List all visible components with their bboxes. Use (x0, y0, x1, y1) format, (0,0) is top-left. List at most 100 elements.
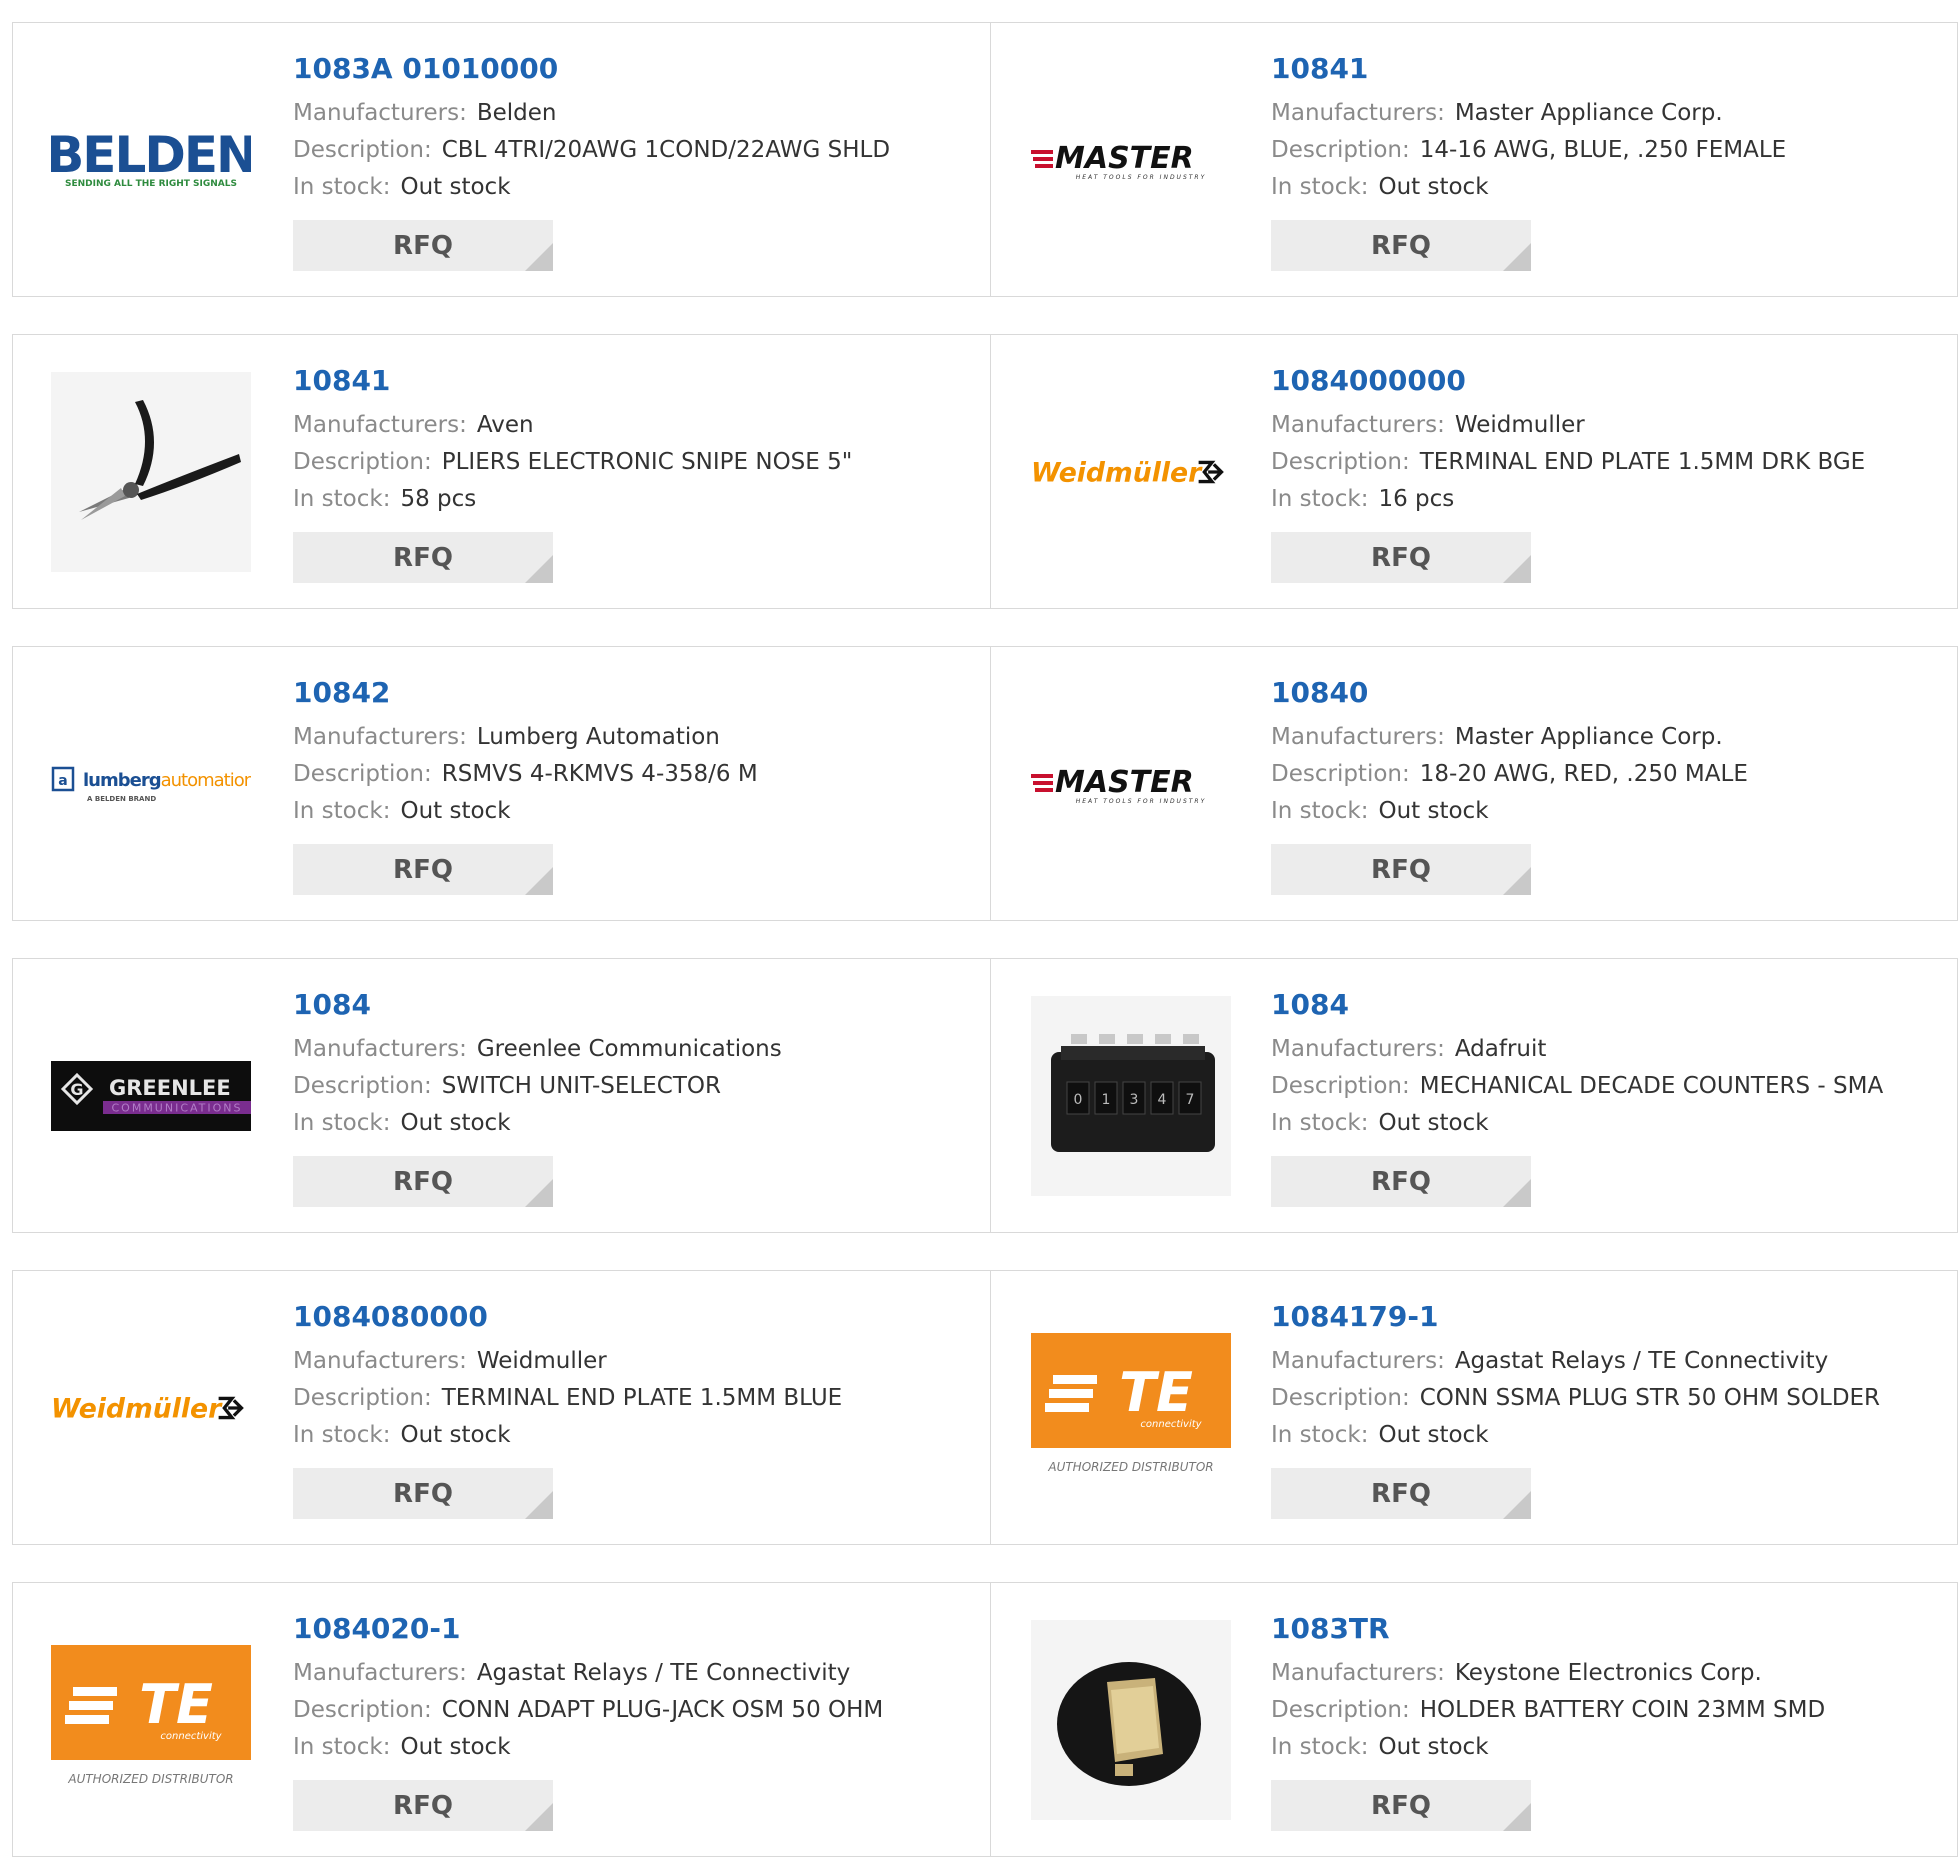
description-label: Description: (1271, 137, 1410, 163)
te-logo[interactable]: TE connectivity AUTHORIZED DISTRIBUTOR (1031, 1308, 1231, 1508)
product-card: Weidmüller 1084000000 Manufacturers: Weid… (990, 335, 1958, 608)
rfq-button[interactable]: RFQ (1271, 220, 1531, 271)
svg-text:0: 0 (1074, 1092, 1083, 1108)
rfq-label: RFQ (393, 854, 453, 885)
belden-logo[interactable]: BELDEN SENDING ALL THE RIGHT SIGNALS (51, 60, 251, 260)
manufacturer-value: Belden (476, 100, 557, 126)
master-logo[interactable]: MASTER HEAT TOOLS FOR INDUSTRY (1031, 684, 1231, 884)
description-line: Description: CONN SSMA PLUG STR 50 OHM SO… (1271, 1380, 1880, 1417)
rfq-label: RFQ (1371, 1478, 1431, 1509)
stock-line: In stock: Out stock (293, 1417, 842, 1454)
rfq-button[interactable]: RFQ (293, 844, 553, 895)
greenlee-wordmark: GREENLEE (109, 1076, 231, 1100)
rfq-button[interactable]: RFQ (1271, 1780, 1531, 1831)
part-number-link[interactable]: 1084179-1 (1271, 1299, 1880, 1335)
part-number-link[interactable]: 1083A 01010000 (293, 51, 890, 87)
manufacturer-line: Manufacturers: Adafruit (1271, 1031, 1883, 1068)
rfq-button[interactable]: RFQ (293, 1156, 553, 1207)
rfq-button[interactable]: RFQ (1271, 1156, 1531, 1207)
manufacturer-line: Manufacturers: Weidmuller (1271, 407, 1865, 444)
stock-line: In stock: 16 pcs (1271, 481, 1865, 518)
rfq-button[interactable]: RFQ (293, 1468, 553, 1519)
rfq-label: RFQ (1371, 854, 1431, 885)
product-card: MASTER HEAT TOOLS FOR INDUSTRY 10841 Man… (990, 23, 1958, 296)
description-value: RSMVS 4-RKMVS 4-358/6 M (441, 761, 758, 787)
manufacturer-label: Manufacturers: (293, 724, 467, 750)
button-corner-decoration (525, 243, 553, 271)
counter-image[interactable]: 0 1 3 4 7 (1031, 996, 1231, 1196)
rfq-button[interactable]: RFQ (293, 220, 553, 271)
svg-text:HEAT TOOLS FOR INDUSTRY: HEAT TOOLS FOR INDUSTRY (1076, 798, 1207, 805)
lumberg-logo[interactable]: a lumbergautomation A BELDEN BRAND (51, 684, 251, 884)
manufacturer-label: Manufacturers: (1271, 1660, 1445, 1686)
weidmuller-logo[interactable]: Weidmüller (51, 1308, 251, 1508)
svg-text:a: a (58, 773, 67, 789)
manufacturer-line: Manufacturers: Master Appliance Corp. (1271, 95, 1786, 132)
weidmuller-logo[interactable]: Weidmüller (1031, 372, 1231, 572)
manufacturer-value: Master Appliance Corp. (1454, 724, 1723, 750)
manufacturer-value: Weidmuller (476, 1348, 607, 1374)
product-row: BELDEN SENDING ALL THE RIGHT SIGNALS 108… (12, 22, 1958, 297)
rfq-button[interactable]: RFQ (293, 532, 553, 583)
te-wordmark: TE (139, 1673, 213, 1736)
product-card: 0 1 3 4 7 1084 Manufacturers: Adafruit Descri… (990, 959, 1958, 1232)
manufacturer-label: Manufacturers: (1271, 412, 1445, 438)
part-number-link[interactable]: 1083TR (1271, 1611, 1825, 1647)
description-line: Description: MECHANICAL DECADE COUNTERS -… (1271, 1068, 1883, 1105)
stock-label: In stock: (1271, 1110, 1369, 1136)
manufacturer-value: Agastat Relays / TE Connectivity (476, 1660, 851, 1686)
button-corner-decoration (1503, 243, 1531, 271)
description-label: Description: (293, 1073, 432, 1099)
part-number-link[interactable]: 1084 (1271, 987, 1883, 1023)
rfq-label: RFQ (393, 1166, 453, 1197)
description-value: TERMINAL END PLATE 1.5MM BLUE (441, 1385, 843, 1411)
part-number-link[interactable]: 1084080000 (293, 1299, 842, 1335)
manufacturer-label: Manufacturers: (293, 100, 467, 126)
stock-value: 16 pcs (1378, 486, 1455, 512)
svg-text:connectivity: connectivity (160, 1731, 222, 1742)
stock-line: In stock: Out stock (1271, 1729, 1825, 1766)
description-value: 14-16 AWG, BLUE, .250 FEMALE (1419, 137, 1787, 163)
part-number-link[interactable]: 1084020-1 (293, 1611, 883, 1647)
rfq-button[interactable]: RFQ (1271, 532, 1531, 583)
description-value: CONN SSMA PLUG STR 50 OHM SOLDER (1419, 1385, 1881, 1411)
description-value: 18-20 AWG, RED, .250 MALE (1419, 761, 1748, 787)
product-card: BELDEN SENDING ALL THE RIGHT SIGNALS 108… (13, 23, 990, 296)
manufacturer-line: Manufacturers: Weidmuller (293, 1343, 842, 1380)
description-line: Description: SWITCH UNIT-SELECTOR (293, 1068, 782, 1105)
part-number-link[interactable]: 10841 (1271, 51, 1786, 87)
pliers-image[interactable] (51, 372, 251, 572)
greenlee-logo[interactable]: G GREENLEE COMMUNICATIONS (51, 996, 251, 1196)
rfq-button[interactable]: RFQ (1271, 1468, 1531, 1519)
description-line: Description: 18-20 AWG, RED, .250 MALE (1271, 756, 1748, 793)
description-label: Description: (293, 1385, 432, 1411)
part-number-link[interactable]: 1084000000 (1271, 363, 1865, 399)
rfq-label: RFQ (393, 230, 453, 261)
rfq-button[interactable]: RFQ (293, 1780, 553, 1831)
description-line: Description: PLIERS ELECTRONIC SNIPE NOSE… (293, 444, 852, 481)
part-number-link[interactable]: 10840 (1271, 675, 1748, 711)
manufacturer-label: Manufacturers: (1271, 1036, 1445, 1062)
description-label: Description: (1271, 1073, 1410, 1099)
weidmuller-wordmark: Weidmüller (1031, 458, 1203, 489)
svg-text:4: 4 (1158, 1092, 1167, 1108)
stock-label: In stock: (1271, 174, 1369, 200)
te-logo[interactable]: TE connectivity AUTHORIZED DISTRIBUTOR (51, 1620, 251, 1820)
rfq-button[interactable]: RFQ (1271, 844, 1531, 895)
master-logo[interactable]: MASTER HEAT TOOLS FOR INDUSTRY (1031, 60, 1231, 260)
stock-label: In stock: (1271, 1422, 1369, 1448)
button-corner-decoration (525, 1803, 553, 1831)
stock-value: Out stock (1378, 1734, 1489, 1760)
svg-text:HEAT TOOLS FOR INDUSTRY: HEAT TOOLS FOR INDUSTRY (1076, 174, 1207, 181)
part-number-link[interactable]: 1084 (293, 987, 782, 1023)
part-number-link[interactable]: 10842 (293, 675, 758, 711)
stock-value: Out stock (400, 1422, 511, 1448)
product-row: G GREENLEE COMMUNICATIONS 1084 Manufactu… (12, 958, 1958, 1233)
manufacturer-value: Master Appliance Corp. (1454, 100, 1723, 126)
stock-value: Out stock (400, 174, 511, 200)
product-info: 1083A 01010000 Manufacturers: Belden Desc… (293, 51, 890, 271)
description-line: Description: 14-16 AWG, BLUE, .250 FEMALE (1271, 132, 1786, 169)
description-value: HOLDER BATTERY COIN 23MM SMD (1419, 1697, 1826, 1723)
part-number-link[interactable]: 10841 (293, 363, 852, 399)
battery-holder-image[interactable] (1031, 1620, 1231, 1820)
